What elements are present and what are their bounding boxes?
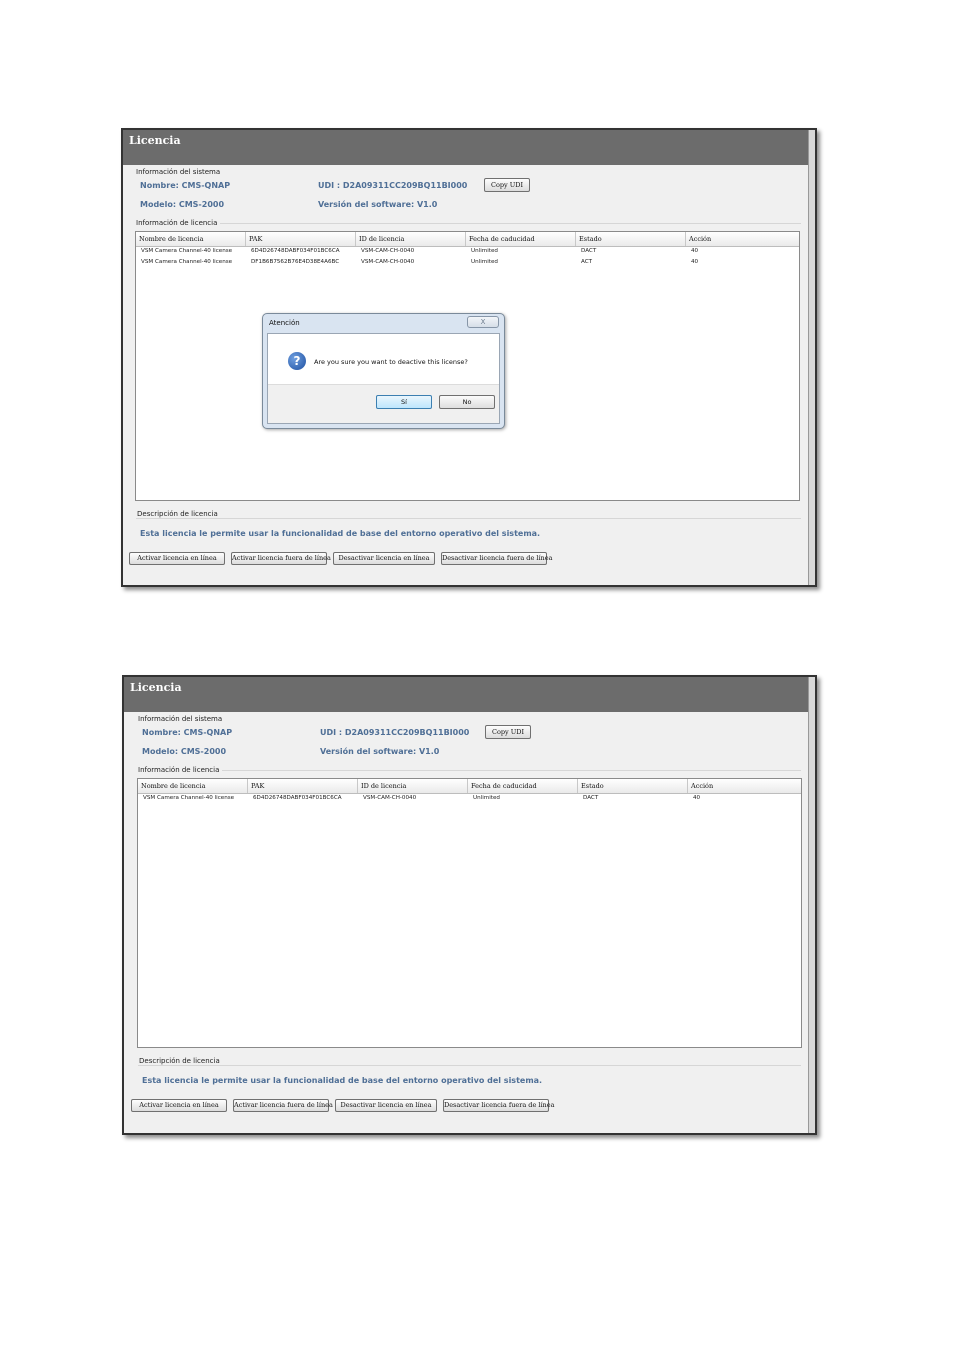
deactivate-offline-button[interactable]: Desactivar licencia fuera de línea [441,552,552,565]
license-table[interactable]: Nombre de licencia PAK ID de licencia Fe… [137,778,802,1048]
column-header-license-id[interactable]: ID de licencia [356,232,466,246]
table-row[interactable]: VSM Camera Channel-40 license 6D4D26748D… [138,793,801,804]
software-version: Versión del software: V1.0 [320,747,440,756]
activate-offline-button[interactable]: Activar licencia fuera de línea [231,552,331,565]
column-header-action[interactable]: Acción [686,232,799,246]
description-divider [138,1065,801,1066]
cell-pak: 6D4D26748DABF034F01BC6CA [253,795,342,801]
system-udi: UDI : D2A09311CC209BQ11BI000 [320,728,470,737]
dialog-body: ? Are you sure you want to deactive this… [267,333,500,424]
license-table-header: Nombre de licencia PAK ID de licencia Fe… [138,779,801,794]
description-divider [136,518,801,519]
column-header-expiry-date[interactable]: Fecha de caducidad [466,232,576,246]
system-info-group-label: Información del sistema [138,715,226,723]
license-info-divider [138,770,801,771]
cell-expiry-date: Unlimited [473,795,500,801]
confirm-deactivate-dialog: Atención X ? Are you sure you want to de… [262,313,505,429]
dialog-no-button[interactable]: No [439,395,495,409]
cell-pak: 6D4D26748DABF034F01BC6CA [251,248,340,254]
license-info-group-label: Información de licencia [136,219,221,227]
activate-offline-button[interactable]: Activar licencia fuera de línea [233,1099,333,1112]
dialog-footer: Sí No [268,384,499,423]
system-model: Modelo: CMS-2000 [142,747,227,756]
system-name: Nombre: CMS-QNAP [142,728,233,737]
window-right-edge [808,130,815,585]
cell-license-name: VSM Camera Channel-40 license [141,248,233,254]
dialog-message: Are you sure you want to deactive this l… [314,358,468,366]
cell-action: 40 [691,248,699,254]
window-right-edge [808,677,815,1133]
column-header-expiry-date[interactable]: Fecha de caducidad [468,779,578,793]
column-header-status[interactable]: Estado [578,779,688,793]
cell-pak: DF1B6B7562B76E4D38E4A6BC [251,259,340,265]
cell-license-name: VSM Camera Channel-40 license [143,795,235,801]
license-description-text: Esta licencia le permite usar la funcion… [142,1076,543,1085]
column-header-pak[interactable]: PAK [248,779,358,793]
table-row[interactable]: VSM Camera Channel-40 license 6D4D26748D… [136,246,799,257]
system-name: Nombre: CMS-QNAP [140,181,231,190]
activate-online-button[interactable]: Activar licencia en línea [129,552,225,565]
close-icon: X [480,318,486,326]
copy-udi-button[interactable]: Copy UDI [485,725,531,739]
license-description-text: Esta licencia le permite usar la funcion… [140,529,541,538]
cell-status: DACT [581,248,597,254]
cell-license-id: VSM-CAM-CH-0040 [361,248,415,254]
column-header-license-id[interactable]: ID de licencia [358,779,468,793]
dialog-close-button[interactable]: X [467,316,499,328]
cell-license-id: VSM-CAM-CH-0040 [363,795,417,801]
window-title: Licencia [124,677,809,712]
cell-status: DACT [583,795,599,801]
software-version: Versión del software: V1.0 [318,200,438,209]
table-row[interactable]: VSM Camera Channel-40 license DF1B6B7562… [136,257,799,268]
license-info-divider [136,223,801,224]
dialog-yes-button[interactable]: Sí [376,395,432,409]
description-group-label: Descripción de licencia [139,1057,223,1065]
cell-license-name: VSM Camera Channel-40 license [141,259,233,265]
cell-status: ACT [581,259,593,265]
activate-online-button[interactable]: Activar licencia en línea [131,1099,227,1112]
cell-license-id: VSM-CAM-CH-0040 [361,259,415,265]
license-window-2: Licencia Información del sistema Nombre:… [122,675,817,1135]
system-info-group-label: Información del sistema [136,168,224,176]
cell-expiry-date: Unlimited [471,259,498,265]
column-header-action[interactable]: Acción [688,779,801,793]
deactivate-offline-button[interactable]: Desactivar licencia fuera de línea [443,1099,554,1112]
cell-action: 40 [693,795,701,801]
column-header-license-name[interactable]: Nombre de licencia [136,232,246,246]
license-table-header: Nombre de licencia PAK ID de licencia Fe… [136,232,799,247]
system-model: Modelo: CMS-2000 [140,200,225,209]
deactivate-online-button[interactable]: Desactivar licencia en línea [333,552,435,565]
copy-udi-button[interactable]: Copy UDI [484,178,530,192]
column-header-license-name[interactable]: Nombre de licencia [138,779,248,793]
column-header-status[interactable]: Estado [576,232,686,246]
cell-expiry-date: Unlimited [471,248,498,254]
description-group-label: Descripción de licencia [137,510,221,518]
cell-action: 40 [691,259,699,265]
license-info-group-label: Información de licencia [138,766,223,774]
window-title: Licencia [123,130,809,165]
system-udi: UDI : D2A09311CC209BQ11BI000 [318,181,468,190]
deactivate-online-button[interactable]: Desactivar licencia en línea [335,1099,437,1112]
dialog-title: Atención [269,319,300,327]
question-icon: ? [288,352,306,370]
column-header-pak[interactable]: PAK [246,232,356,246]
